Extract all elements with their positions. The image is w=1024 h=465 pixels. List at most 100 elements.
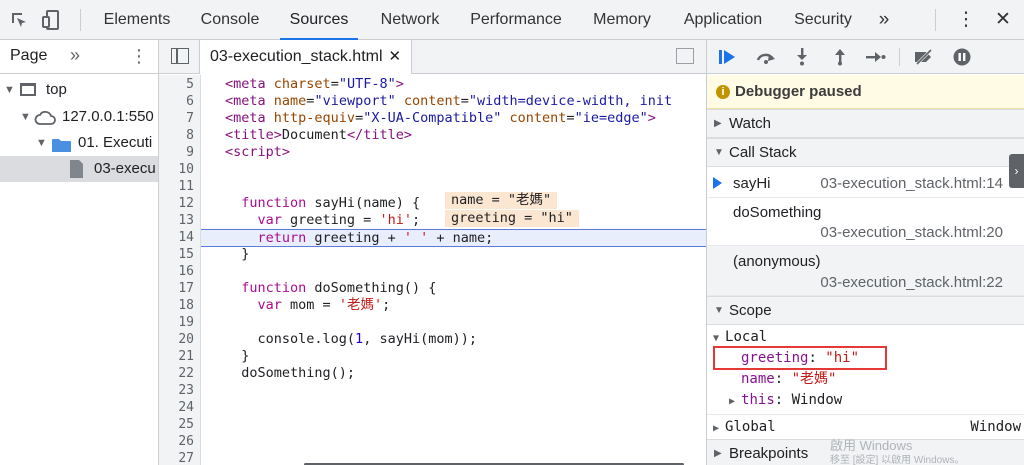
tab-console[interactable]: Console <box>190 0 270 40</box>
line-number-gutter[interactable]: 5 6 7 8 9 10 11 12 13 14 15 16 17 18 19 … <box>159 75 201 465</box>
pause-on-exceptions-icon[interactable] <box>947 40 977 74</box>
code-line[interactable]: <meta http-equiv="X-UA-Compatible" conte… <box>201 110 706 127</box>
line-number[interactable]: 12 <box>164 195 194 212</box>
line-number[interactable]: 20 <box>164 331 194 348</box>
line-number[interactable]: 14 <box>164 229 194 246</box>
tab-elements[interactable]: Elements <box>94 0 180 40</box>
close-tab-icon[interactable]: ✕ <box>389 48 402 65</box>
step-out-icon[interactable] <box>825 40 855 74</box>
toggle-navigator-icon[interactable] <box>171 48 189 64</box>
inline-value-name: name = "老媽" <box>445 192 558 209</box>
call-frame-location[interactable]: 03-execution_stack.html:22 <box>820 274 1003 291</box>
line-number[interactable]: 6 <box>164 93 194 110</box>
scope-local-label: Local <box>725 329 768 345</box>
step-into-icon[interactable] <box>787 40 817 74</box>
inspect-element-icon[interactable] <box>8 0 30 40</box>
folder-icon <box>52 136 71 156</box>
code-line[interactable]: console.log(1, sayHi(mom)); <box>201 331 706 348</box>
scope-section-header[interactable]: ▼ Scope <box>707 296 1024 325</box>
call-frame-location[interactable]: 03-execution_stack.html:20 <box>820 224 1003 241</box>
watermark-line: 移至 [設定] 以啟用 Windows。 <box>830 455 965 465</box>
step-icon[interactable] <box>861 40 891 74</box>
call-frame-location[interactable]: 03-execution_stack.html:14 <box>820 175 1003 192</box>
tree-item-origin[interactable]: ▼ 127.0.0.1:550 <box>0 104 158 130</box>
line-number[interactable]: 22 <box>164 365 194 382</box>
navigator-menu-button[interactable]: ⋮ <box>130 46 148 67</box>
scope-var-name[interactable]: name: "老媽" <box>741 369 836 390</box>
source-editor: 03-execution_stack.html ✕ 5 6 7 8 9 10 11… <box>159 40 706 465</box>
resume-icon[interactable] <box>713 40 743 74</box>
code-line[interactable] <box>201 161 706 178</box>
tab-sources[interactable]: Sources <box>280 0 358 40</box>
tab-network[interactable]: Network <box>368 0 452 40</box>
more-tabs-button[interactable]: » <box>872 0 896 40</box>
line-number[interactable]: 17 <box>164 280 194 297</box>
code-line[interactable]: <meta name="viewport" content="width=dev… <box>201 93 706 110</box>
line-number[interactable]: 27 <box>164 450 194 465</box>
line-number[interactable]: 10 <box>164 161 194 178</box>
line-number[interactable]: 18 <box>164 297 194 314</box>
line-number[interactable]: 13 <box>164 212 194 229</box>
sidebar-expand-handle[interactable]: › <box>1009 154 1024 188</box>
line-number[interactable]: 25 <box>164 416 194 433</box>
tab-performance[interactable]: Performance <box>462 0 570 40</box>
tab-security[interactable]: Security <box>786 0 860 40</box>
line-number[interactable]: 9 <box>164 144 194 161</box>
call-frame[interactable]: doSomething 03-execution_stack.html:20 <box>707 198 1024 246</box>
code-line[interactable]: doSomething(); <box>201 365 706 382</box>
tree-item-file[interactable]: 03-execu <box>0 156 158 182</box>
current-execution-line[interactable]: return greeting + ' ' + name; <box>201 229 706 247</box>
line-number[interactable]: 16 <box>164 263 194 280</box>
tab-memory[interactable]: Memory <box>584 0 660 40</box>
collapsed-arrow-icon: ▶ <box>729 396 742 407</box>
more-navigator-tabs-button[interactable]: » <box>70 45 80 66</box>
close-devtools-button[interactable]: ✕ <box>988 0 1018 40</box>
info-icon: i <box>716 85 730 99</box>
tree-item-top[interactable]: ▼ top <box>0 77 158 103</box>
code-line[interactable] <box>201 416 706 433</box>
code-line[interactable] <box>201 399 706 416</box>
tab-application[interactable]: Application <box>674 0 772 40</box>
line-number[interactable]: 8 <box>164 127 194 144</box>
code-line[interactable]: } <box>201 348 706 365</box>
line-number[interactable]: 26 <box>164 433 194 450</box>
debugger-paused-banner: i Debugger paused <box>707 75 1024 109</box>
code-line[interactable]: <script> <box>201 144 706 161</box>
line-number[interactable]: 21 <box>164 348 194 365</box>
toggle-debugger-icon[interactable] <box>676 48 694 64</box>
line-number[interactable]: 7 <box>164 110 194 127</box>
code-line[interactable] <box>201 382 706 399</box>
device-toolbar-icon[interactable] <box>40 0 62 40</box>
toolbar-divider <box>80 9 81 31</box>
code-line[interactable] <box>201 314 706 331</box>
editor-file-tab[interactable]: 03-execution_stack.html ✕ <box>199 40 413 74</box>
code-line[interactable]: <title>Document</title> <box>201 127 706 144</box>
scope-var-this[interactable]: ▶ this: Window <box>729 390 842 411</box>
line-number[interactable]: 15 <box>164 246 194 263</box>
code-line[interactable]: <meta charset="UTF-8"> <box>201 76 706 93</box>
line-number[interactable]: 24 <box>164 399 194 416</box>
line-number[interactable]: 19 <box>164 314 194 331</box>
code-line[interactable]: } <box>201 246 706 263</box>
step-over-icon[interactable] <box>751 40 781 74</box>
collapsed-arrow-icon: ▶ <box>713 423 726 434</box>
customize-menu-button[interactable]: ⋮ <box>952 0 980 40</box>
code-line[interactable] <box>201 433 706 450</box>
code-line[interactable]: var mom = '老媽'; <box>201 297 706 314</box>
code-line[interactable]: function doSomething() { <box>201 280 706 297</box>
tree-item-folder[interactable]: ▼ 01. Executi <box>0 130 158 156</box>
tree-item-label: top <box>46 81 67 98</box>
call-stack-section-header[interactable]: ▼ Call Stack <box>707 138 1024 167</box>
code-line[interactable] <box>201 263 706 280</box>
line-number[interactable]: 5 <box>164 76 194 93</box>
scope-local[interactable]: ▼ Local <box>713 327 767 348</box>
deactivate-breakpoints-icon[interactable] <box>909 40 939 74</box>
call-frame[interactable]: (anonymous) 03-execution_stack.html:22 <box>707 246 1024 296</box>
collapsed-arrow-icon: ▶ <box>714 118 722 129</box>
line-number[interactable]: 23 <box>164 382 194 399</box>
line-number[interactable]: 11 <box>164 178 194 195</box>
scope-global[interactable]: ▶ Global Window <box>707 414 1024 439</box>
call-frame[interactable]: sayHi 03-execution_stack.html:14 <box>707 168 1024 198</box>
page-tab[interactable]: Page <box>10 47 47 65</box>
watch-section-header[interactable]: ▶ Watch <box>707 109 1024 138</box>
